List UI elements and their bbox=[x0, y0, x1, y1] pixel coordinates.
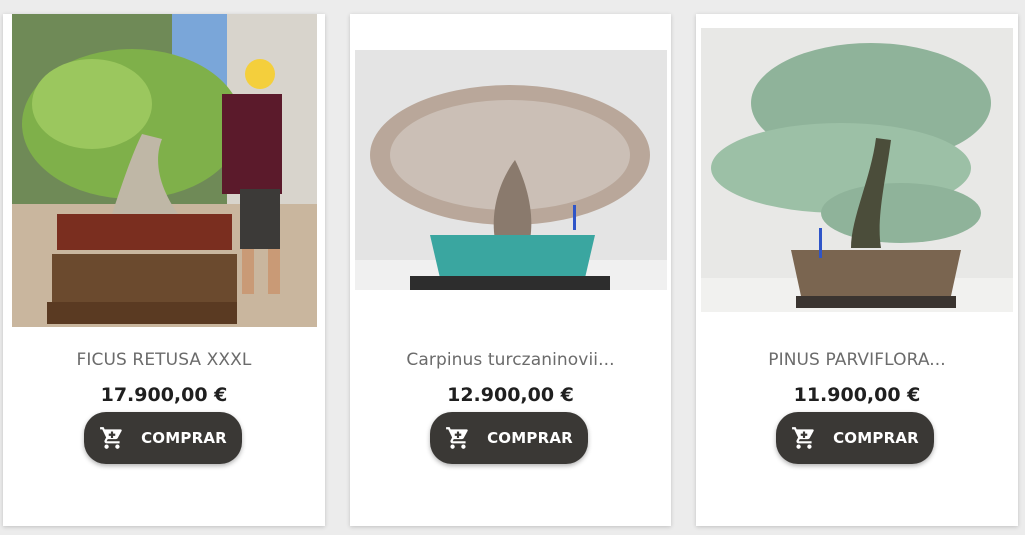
product-price: 12.900,00 € bbox=[447, 384, 574, 406]
buy-button[interactable]: COMPRAR bbox=[430, 412, 588, 464]
shopping-cart-icon bbox=[99, 425, 125, 451]
buy-button[interactable]: COMPRAR bbox=[84, 412, 242, 464]
shopping-cart-icon bbox=[445, 425, 471, 451]
product-card: FICUS RETUSA XXXL 17.900,00 € COMPRAR bbox=[3, 14, 325, 526]
buy-button-label: COMPRAR bbox=[141, 429, 227, 447]
product-name[interactable]: PINUS PARVIFLORA... bbox=[696, 350, 1018, 370]
product-card: PINUS PARVIFLORA... 11.900,00 € COMPRAR bbox=[696, 14, 1018, 526]
buy-button[interactable]: COMPRAR bbox=[776, 412, 934, 464]
product-price: 17.900,00 € bbox=[100, 384, 228, 406]
buy-button-label: COMPRAR bbox=[833, 429, 919, 447]
product-image[interactable] bbox=[12, 14, 317, 327]
buy-button-label: COMPRAR bbox=[487, 429, 573, 447]
product-image[interactable] bbox=[701, 28, 1013, 312]
product-price: 11.900,00 € bbox=[793, 384, 921, 406]
product-name[interactable]: Carpinus turczaninovii... bbox=[350, 350, 671, 370]
product-image[interactable] bbox=[355, 50, 667, 290]
shopping-cart-icon bbox=[791, 425, 817, 451]
product-card: Carpinus turczaninovii... 12.900,00 € CO… bbox=[350, 14, 671, 526]
product-name[interactable]: FICUS RETUSA XXXL bbox=[3, 350, 325, 370]
